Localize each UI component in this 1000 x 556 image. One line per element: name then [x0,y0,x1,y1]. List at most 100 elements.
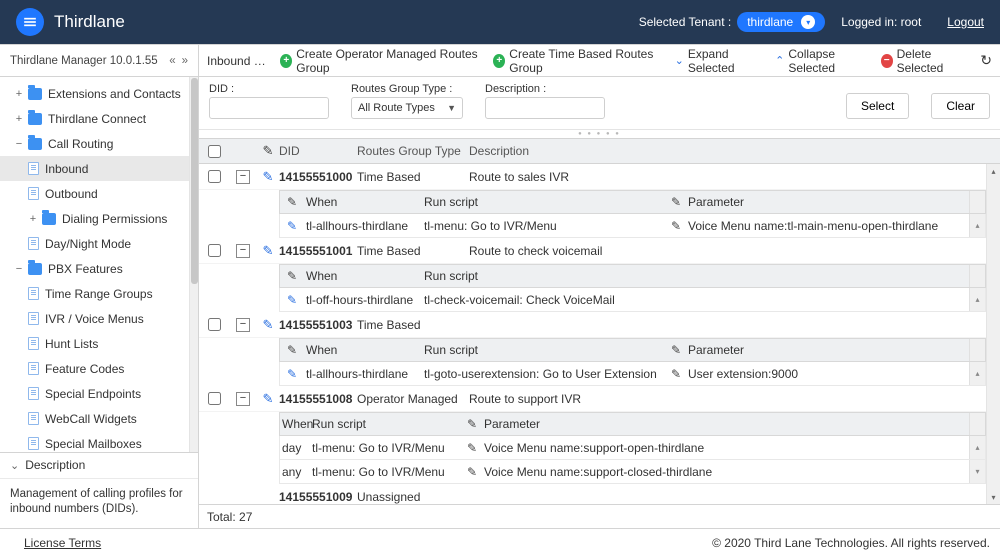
top-bar: Thirdlane Selected Tenant : thirdlane ▾ … [0,0,1000,44]
inner-scrollbar[interactable] [969,339,985,361]
nav-item[interactable]: +Extensions and Contacts [0,81,198,106]
nav-item[interactable]: Hunt Lists [0,331,198,356]
nav-item[interactable]: Day/Night Mode [0,231,198,256]
row-checkbox[interactable] [208,318,221,331]
row-collapse-toggle[interactable]: − [236,318,250,332]
nav-item[interactable]: Special Endpoints [0,381,198,406]
inner-scrollbar[interactable] [969,265,985,287]
tree-toggle-icon[interactable]: − [14,263,24,275]
edit-row-button[interactable] [257,391,279,407]
when-cell: tl-allhours-thirdlane [304,219,424,233]
select-all-checkbox[interactable] [208,145,221,158]
nav-item[interactable]: +Dialing Permissions [0,206,198,231]
row-checkbox[interactable] [208,392,221,405]
logout-link[interactable]: Logout [947,15,984,29]
inner-table: WhenRun scripttl-off-hours-thirdlanetl-c… [279,264,986,312]
tree-toggle-icon[interactable]: + [14,113,24,125]
inner-scrollbar[interactable]: ▴ [969,436,985,459]
inner-scrollbar[interactable]: ▴ [969,362,985,385]
inner-scrollbar[interactable]: ▾ [969,460,985,483]
tree-toggle-icon[interactable]: − [14,138,24,150]
col-run: Run script [312,417,464,431]
nav-scrollbar[interactable] [189,77,198,452]
row-collapse-toggle[interactable]: − [236,392,250,406]
edit-inner-button[interactable] [280,293,304,307]
inner-scrollbar[interactable] [969,191,985,213]
col-type[interactable]: Routes Group Type [357,144,469,158]
row-checkbox[interactable] [208,170,221,183]
edit-icon [280,195,304,209]
nav-item[interactable]: Special Mailboxes [0,431,198,452]
license-link[interactable]: License Terms [24,536,101,550]
filter-desc-input[interactable] [485,97,605,119]
nav-item[interactable]: Time Range Groups [0,281,198,306]
col-did[interactable]: DID [279,144,357,158]
nav-item[interactable]: WebCall Widgets [0,406,198,431]
nav-label: Special Endpoints [45,387,141,401]
edit-param-button[interactable] [464,441,480,455]
desc-cell: Route to support IVR [469,392,986,406]
col-run: Run script [424,343,668,357]
delete-selected-button[interactable]: −Delete Selected [881,47,968,75]
nav-item[interactable]: Feature Codes [0,356,198,381]
edit-row-button[interactable] [257,243,279,259]
edit-inner-button[interactable] [280,367,304,381]
type-cell: Time Based [357,244,469,258]
toolbar: Inbound Ro... +Create Operator Managed R… [199,45,1000,77]
col-when: When [304,343,424,357]
filter-type-select[interactable]: All Route Types▼ [351,97,463,119]
nav-item[interactable]: −Call Routing [0,131,198,156]
expand-selected-button[interactable]: ⌄Expand Selected [675,47,764,75]
nav-item[interactable]: +Thirdlane Connect [0,106,198,131]
inner-scrollbar[interactable]: ▴ [969,288,985,311]
nav-item[interactable]: IVR / Voice Menus [0,306,198,331]
expand-icon: ⌄ [675,54,684,67]
edit-param-button[interactable] [668,367,684,381]
select-button[interactable]: Select [846,93,909,119]
filter-type-label: Routes Group Type : [351,83,463,95]
edit-param-button[interactable] [464,465,480,479]
table-row: −14155551001Time BasedRoute to check voi… [199,238,1000,264]
nav-item[interactable]: Inbound [0,156,198,181]
breadcrumb[interactable]: Inbound Ro... [207,54,268,68]
description-toggle[interactable]: ⌄ Description [0,452,198,478]
inner-row: tl-allhours-thirdlanetl-menu: Go to IVR/… [279,214,986,238]
nav-label: IVR / Voice Menus [45,312,144,326]
when-cell: any [280,465,312,479]
filter-did-input[interactable] [209,97,329,119]
inner-scrollbar[interactable] [969,413,985,435]
col-description[interactable]: Description [469,144,986,158]
folder-icon [28,138,42,150]
scroll-down-icon: ▾ [987,490,1000,504]
grid-scrollbar[interactable]: ▴▾ [986,164,1000,504]
refresh-icon[interactable]: ↻ [980,52,992,69]
page-icon [28,337,39,350]
collapse-selected-button[interactable]: ⌃Collapse Selected [775,47,869,75]
edit-row-button[interactable] [257,317,279,333]
inner-scrollbar[interactable]: ▴ [969,214,985,237]
collapse-all-icon[interactable]: « [169,55,175,67]
tree-toggle-icon[interactable]: + [28,213,38,225]
tenant-select[interactable]: thirdlane ▾ [737,12,825,32]
expand-all-icon[interactable]: » [182,55,188,67]
desc-cell: Route to check voicemail [469,244,986,258]
edit-inner-button[interactable] [280,219,304,233]
col-param: Parameter [480,417,969,431]
clear-button[interactable]: Clear [931,93,990,119]
page-icon [28,362,39,375]
nav-item[interactable]: Outbound [0,181,198,206]
splitter[interactable]: ● ● ● ● ● [199,130,1000,138]
edit-param-button[interactable] [668,219,684,233]
edit-row-button[interactable] [257,169,279,185]
copyright: © 2020 Third Lane Technologies. All righ… [712,536,990,550]
chevron-down-icon: ▼ [447,103,456,113]
tree-toggle-icon[interactable]: + [14,88,24,100]
create-time-group-button[interactable]: +Create Time Based Routes Group [493,47,662,75]
row-checkbox[interactable] [208,244,221,257]
nav-item[interactable]: −PBX Features [0,256,198,281]
create-operator-group-button[interactable]: +Create Operator Managed Routes Group [280,47,481,75]
row-collapse-toggle[interactable]: − [236,170,250,184]
run-cell: tl-menu: Go to IVR/Menu [312,465,464,479]
row-collapse-toggle[interactable]: − [236,244,250,258]
nav-label: Time Range Groups [45,287,153,301]
